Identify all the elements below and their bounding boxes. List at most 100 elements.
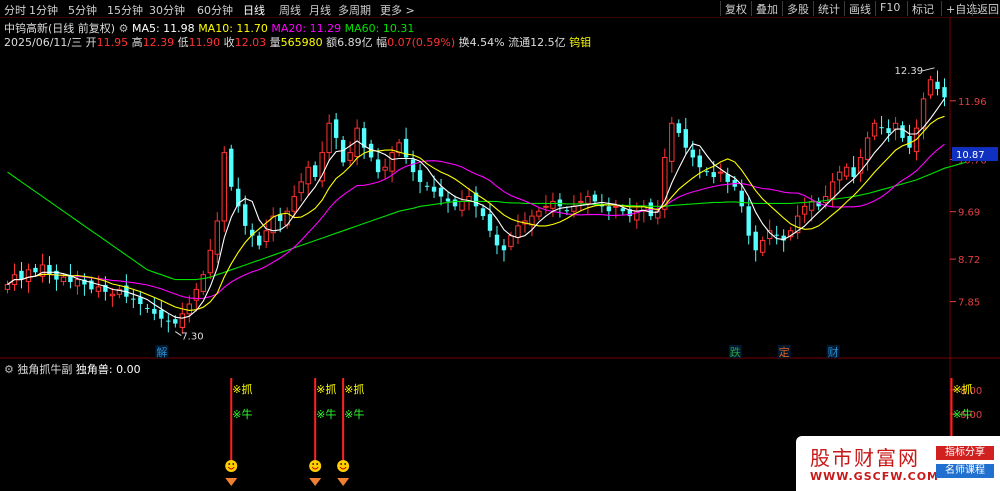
candle-body xyxy=(676,123,681,134)
candle-body xyxy=(431,186,437,192)
signal-catch-label: ※抓 xyxy=(316,382,336,396)
candle-body xyxy=(892,122,899,130)
candle-body xyxy=(19,270,24,280)
candle-body xyxy=(109,293,116,297)
watermark-badge-course: 名师课程 xyxy=(936,464,994,478)
candle-body xyxy=(711,172,716,178)
candle-body xyxy=(613,205,619,208)
signal-bull-label: ※牛 xyxy=(952,407,972,421)
candle-body xyxy=(879,127,884,129)
candle-body xyxy=(60,276,67,283)
candle-body xyxy=(326,122,332,154)
candle-body xyxy=(95,286,102,292)
candle-body xyxy=(33,267,38,273)
candle-body xyxy=(173,319,178,324)
watermark-logo: 股市财富网 WWW.GSCFW.COM 指标分享 名师课程 xyxy=(796,436,1000,491)
candle-body xyxy=(214,220,220,255)
candle-body xyxy=(564,210,570,212)
candle-body xyxy=(808,200,815,211)
indicator-header: ⚙ 独角抓牛副 独角兽: 0.00 xyxy=(4,361,141,377)
candle-body xyxy=(697,155,702,168)
candle-body xyxy=(871,122,878,137)
candle-body xyxy=(305,166,311,185)
candle-body xyxy=(229,148,234,187)
candle-body xyxy=(480,208,486,217)
watermark-badge-indicator: 指标分享 xyxy=(936,446,994,460)
smiley-eye xyxy=(316,463,319,465)
event-marker: 解 xyxy=(156,345,167,359)
candle-body xyxy=(864,137,871,160)
candle-body xyxy=(25,269,32,283)
candle-body xyxy=(843,166,850,177)
candle-body xyxy=(382,166,388,171)
candle-body xyxy=(74,279,81,287)
candle-body xyxy=(585,196,591,204)
candle-body xyxy=(942,87,947,98)
candle-body xyxy=(438,187,444,197)
candle-body xyxy=(822,196,829,203)
y-tick-label: 9.69 xyxy=(958,208,980,219)
candle-body xyxy=(47,264,52,275)
candle-body xyxy=(774,234,779,236)
watermark-title: 股市财富网 xyxy=(810,446,920,470)
candle-body xyxy=(333,119,339,138)
candle-body xyxy=(186,303,193,315)
diamond-icon xyxy=(309,478,322,486)
candle-body xyxy=(417,170,423,182)
diamond-icon xyxy=(337,478,350,486)
candle-body xyxy=(759,240,766,253)
candle-body xyxy=(410,159,416,173)
candle-body xyxy=(152,308,157,314)
candle-body xyxy=(243,204,248,226)
candle-body xyxy=(452,199,458,207)
candle-body xyxy=(592,194,598,202)
candle-body xyxy=(501,245,507,251)
candle-body xyxy=(389,152,395,172)
max-price-pointer xyxy=(922,67,935,72)
candle-body xyxy=(494,234,500,246)
candle-body xyxy=(257,235,262,246)
smiley-icon xyxy=(225,460,238,472)
indicator-icon[interactable]: ⚙ xyxy=(4,363,14,376)
candle-body xyxy=(543,205,549,208)
candle-body xyxy=(4,283,11,290)
candle-body xyxy=(179,313,186,328)
kline-chart[interactable]: 7.858.729.6910.7611.9610.8712.397.30解跌定财… xyxy=(0,0,1000,491)
candle-body xyxy=(927,79,934,96)
indicator-name[interactable]: 独角抓牛副 xyxy=(17,363,72,376)
candle-body xyxy=(515,225,521,239)
current-price-label: 10.87 xyxy=(956,150,985,161)
candle-body xyxy=(739,190,744,207)
candle-body xyxy=(298,181,304,194)
candle-body xyxy=(145,307,150,309)
smiley-eye xyxy=(232,463,235,465)
diamond-icon xyxy=(225,478,238,486)
smiley-eye xyxy=(312,463,315,465)
signal-bull-label: ※牛 xyxy=(344,407,364,421)
candle-body xyxy=(347,152,353,161)
candle-body xyxy=(900,125,905,138)
candle-body xyxy=(886,128,891,134)
ma20-line xyxy=(7,143,945,299)
candle-body xyxy=(829,181,836,200)
y-tick-label: 8.72 xyxy=(958,255,980,266)
candle-body xyxy=(487,214,493,231)
ma60-line xyxy=(7,161,966,281)
candle-body xyxy=(746,206,751,236)
candle-body xyxy=(200,274,206,292)
candle-body xyxy=(536,210,542,217)
candle-body xyxy=(207,249,213,274)
candle-body xyxy=(801,205,808,215)
candle-body xyxy=(445,198,451,202)
candle-body xyxy=(836,171,843,181)
candle-body xyxy=(606,206,612,212)
candle-body xyxy=(718,171,724,174)
candle-body xyxy=(753,231,758,251)
candle-body xyxy=(851,167,856,178)
candle-body xyxy=(166,320,171,322)
candle-body xyxy=(221,152,227,222)
candle-body xyxy=(312,165,318,178)
candle-body xyxy=(508,235,514,247)
candle-body xyxy=(935,81,940,90)
watermark-url: WWW.GSCFW.COM xyxy=(810,470,940,483)
